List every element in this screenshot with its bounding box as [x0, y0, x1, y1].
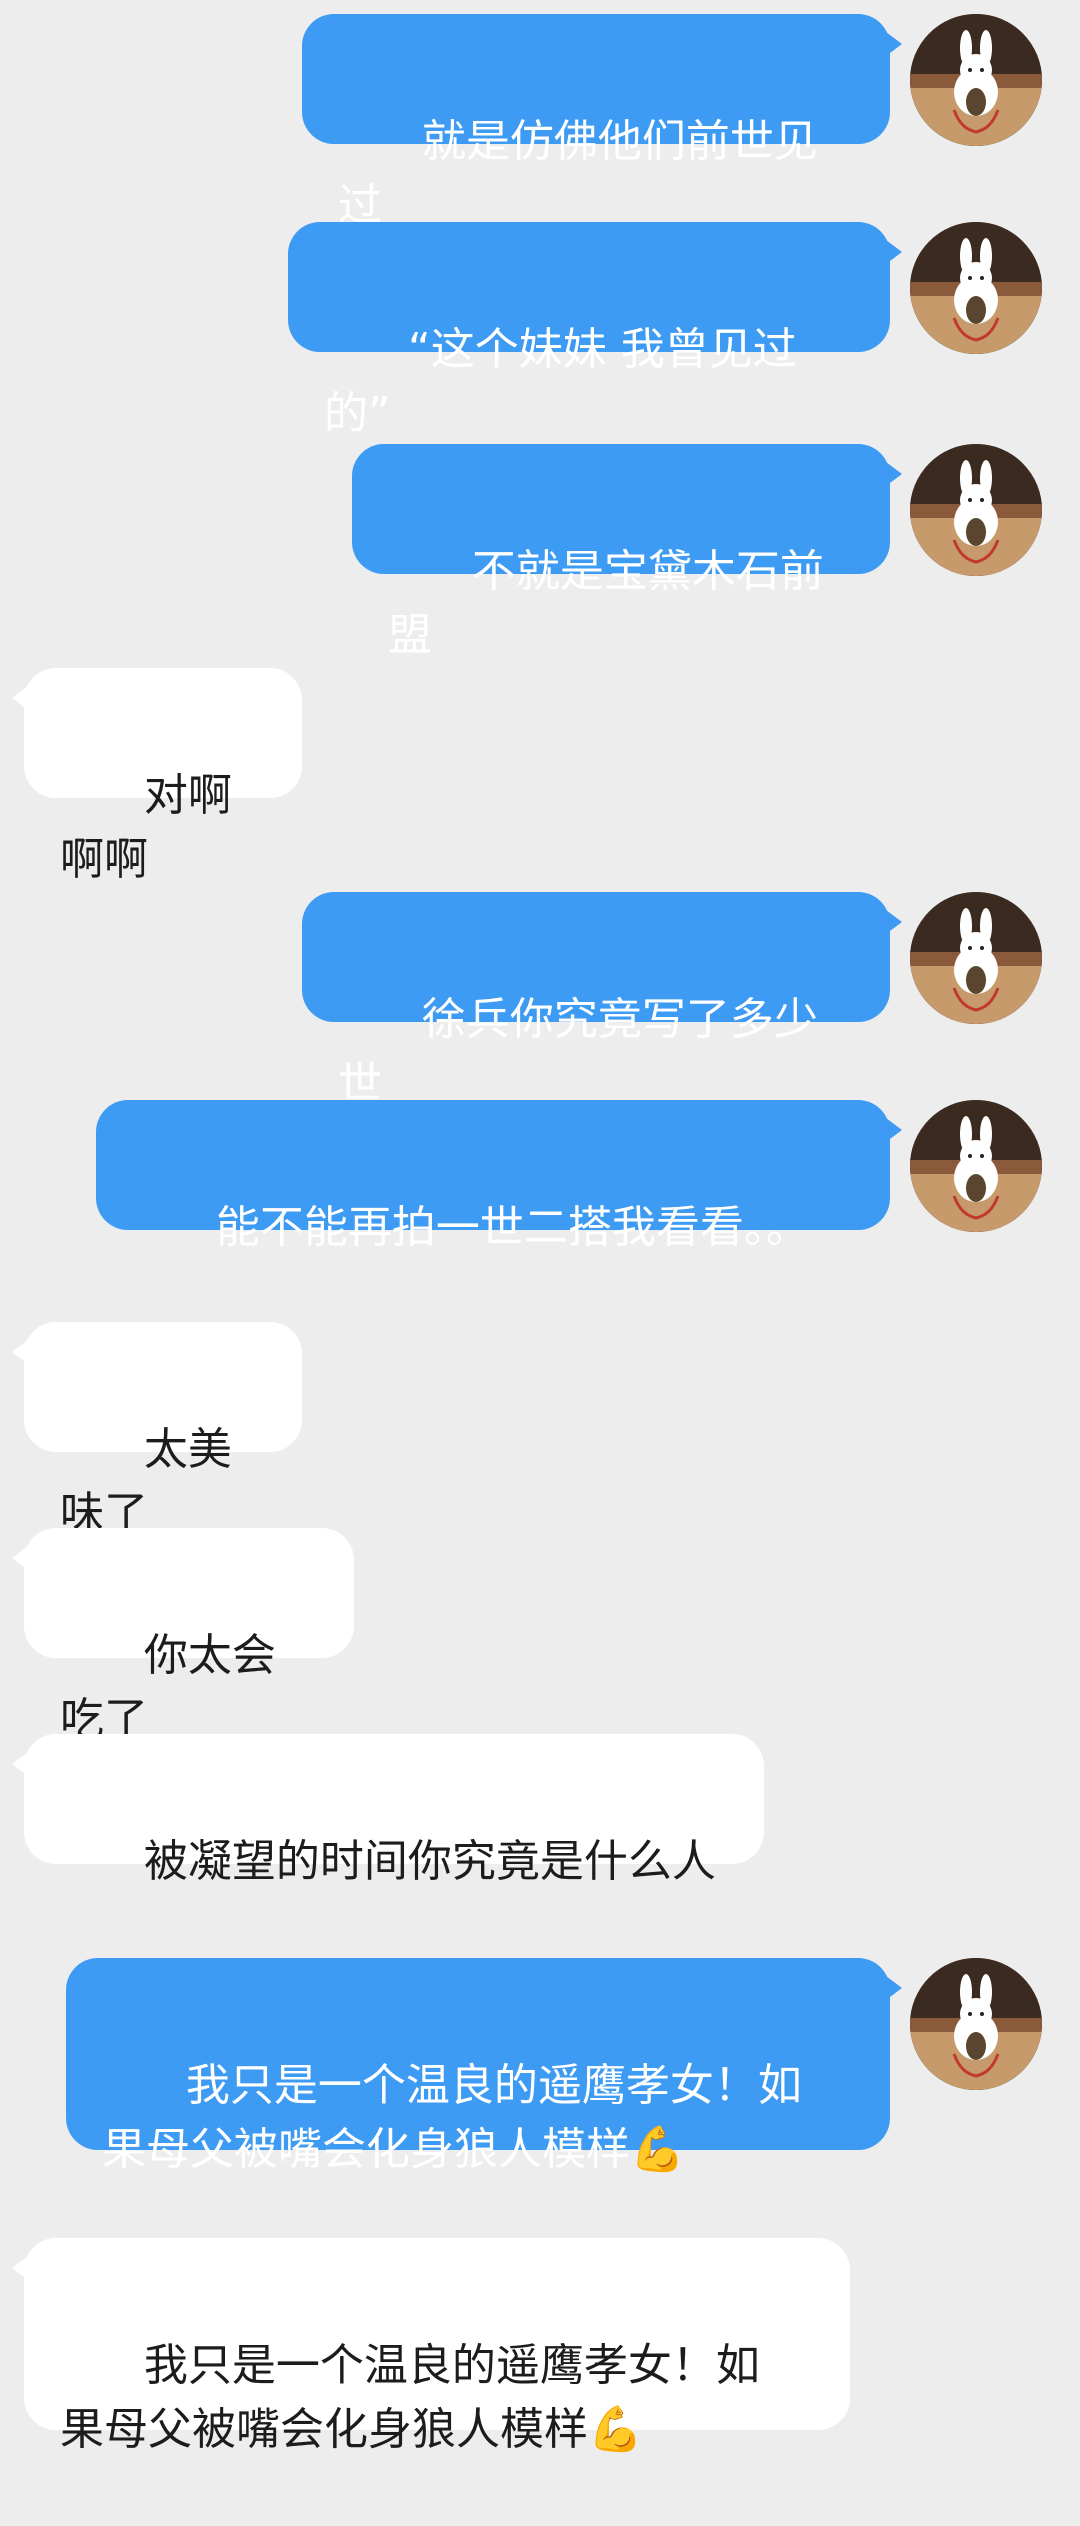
avatar[interactable]	[910, 14, 1042, 146]
chat-message: 我只是一个温良的遥鹰孝女！如 果母父被嘴会化身狼人模样💪	[0, 2238, 1080, 2455]
message-text: “这个妹妹 我曾见过的”	[324, 324, 797, 439]
chat-message: 对啊啊啊	[0, 668, 1080, 885]
avatar[interactable]	[910, 444, 1042, 576]
message-bubble-sent[interactable]: 徐兵你究竟写了多少世	[302, 892, 902, 1109]
message-bubble-sent[interactable]: 不就是宝黛木石前盟	[352, 444, 902, 661]
chat-message: 就是仿佛他们前世见过	[0, 14, 1080, 231]
bunny-plush-avatar-icon	[910, 1100, 1042, 1232]
message-text: 你太会吃了	[60, 1630, 276, 1745]
chat-message: 被凝望的时间你究竟是什么人	[0, 1734, 1080, 1887]
chat-message: 太美味了	[0, 1322, 1080, 1539]
chat-message: 能不能再拍一世二搭我看看。。	[0, 1100, 1080, 1253]
chat-area[interactable]: 就是仿佛他们前世见过 “这个妹妹 我曾见过的” 不就是宝黛木石前盟 对啊啊啊 徐…	[0, 0, 1080, 2455]
message-text: 被凝望的时间你究竟是什么人	[143, 1836, 716, 1887]
chat-message: 徐兵你究竟写了多少世	[0, 892, 1080, 1109]
bunny-plush-avatar-icon	[910, 222, 1042, 354]
chat-message: 你太会吃了	[0, 1528, 1080, 1745]
bunny-plush-avatar-icon	[910, 14, 1042, 146]
avatar[interactable]	[910, 1958, 1042, 2090]
message-bubble-received[interactable]: 我只是一个温良的遥鹰孝女！如 果母父被嘴会化身狼人模样💪	[12, 2238, 850, 2455]
avatar[interactable]	[910, 892, 1042, 1024]
message-bubble-sent[interactable]: 就是仿佛他们前世见过	[302, 14, 902, 231]
bunny-plush-avatar-icon	[910, 1958, 1042, 2090]
message-bubble-received[interactable]: 被凝望的时间你究竟是什么人	[12, 1734, 764, 1887]
message-text: 不就是宝黛木石前盟	[388, 546, 824, 661]
message-bubble-received[interactable]: 你太会吃了	[12, 1528, 354, 1745]
bunny-plush-avatar-icon	[910, 444, 1042, 576]
message-text: 对啊啊啊	[60, 770, 232, 885]
message-text: 就是仿佛他们前世见过	[338, 116, 818, 231]
message-text: 我只是一个温良的遥鹰孝女！如 果母父被嘴会化身狼人模样💪	[60, 2340, 760, 2455]
message-text: 能不能再拍一世二搭我看看。。	[215, 1202, 810, 1253]
message-bubble-received[interactable]: 太美味了	[12, 1322, 302, 1539]
message-bubble-sent[interactable]: 我只是一个温良的遥鹰孝女！如 果母父被嘴会化身狼人模样💪	[66, 1958, 902, 2175]
message-bubble-sent[interactable]: “这个妹妹 我曾见过的”	[288, 222, 902, 439]
avatar[interactable]	[910, 222, 1042, 354]
message-text: 太美味了	[60, 1424, 232, 1539]
chat-message: 不就是宝黛木石前盟	[0, 444, 1080, 661]
bunny-plush-avatar-icon	[910, 892, 1042, 1024]
chat-message: “这个妹妹 我曾见过的”	[0, 222, 1080, 439]
message-text: 我只是一个温良的遥鹰孝女！如 果母父被嘴会化身狼人模样💪	[102, 2060, 802, 2175]
message-text: 徐兵你究竟写了多少世	[338, 994, 818, 1109]
message-bubble-received[interactable]: 对啊啊啊	[12, 668, 302, 885]
message-bubble-sent[interactable]: 能不能再拍一世二搭我看看。。	[96, 1100, 902, 1253]
chat-message: 我只是一个温良的遥鹰孝女！如 果母父被嘴会化身狼人模样💪	[0, 1958, 1080, 2175]
avatar[interactable]	[910, 1100, 1042, 1232]
